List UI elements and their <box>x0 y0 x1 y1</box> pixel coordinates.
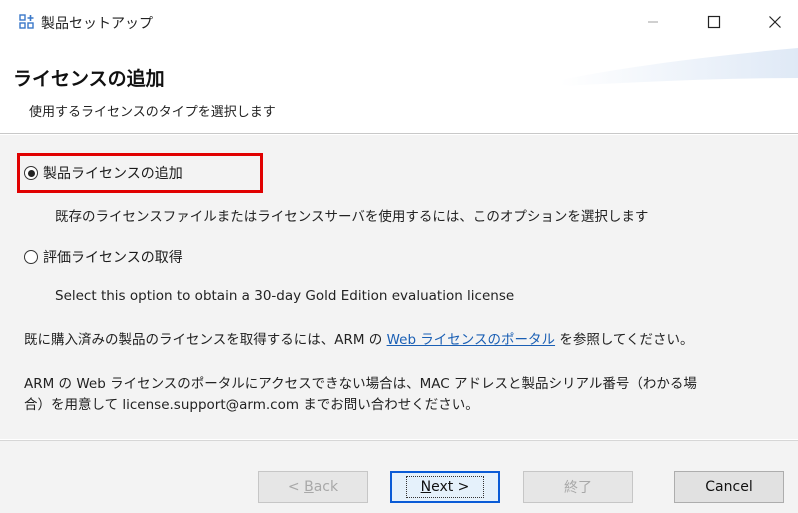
wizard-footer: < Back Next > 終了 Cancel <box>0 440 798 513</box>
button-label: ext > <box>431 479 470 495</box>
button-label: B <box>304 479 314 495</box>
minimize-button[interactable] <box>630 6 676 38</box>
cancel-button[interactable]: Cancel <box>674 471 784 503</box>
maximize-button[interactable] <box>691 6 737 38</box>
setup-window: 製品セットアップ ライセンスの追加 使用するライセンスのタイプを選択します 製品… <box>0 0 798 513</box>
back-button[interactable]: < Back <box>258 471 368 503</box>
page-subtitle: 使用するライセンスのタイプを選択します <box>29 105 276 120</box>
info-text: を参照してください。 <box>555 332 694 348</box>
focus-rectangle: Next > <box>405 476 485 498</box>
option-description: Select this option to obtain a 30-day Go… <box>55 288 515 304</box>
wizard-header: ライセンスの追加 使用するライセンスのタイプを選択します <box>0 44 798 134</box>
option-description: 既存のライセンスファイルまたはライセンスサーバを使用するには、このオプションを選… <box>55 209 649 225</box>
minimize-icon <box>648 21 658 23</box>
title-bar[interactable]: 製品セットアップ <box>0 0 798 44</box>
info-text: 既に購入済みの製品のライセンスを取得するには、ARM の <box>24 332 387 348</box>
radio-get-evaluation-license[interactable]: 評価ライセンスの取得 <box>24 247 183 267</box>
contact-info-line-2: 合）を用意して license.support@arm.com までお問い合わせ… <box>24 397 479 413</box>
window-title: 製品セットアップ <box>41 16 153 32</box>
contact-info-line-1: ARM の Web ライセンスのポータルにアクセスできない場合は、MAC アドレ… <box>24 376 697 392</box>
web-license-portal-link[interactable]: Web ライセンスのポータル <box>387 332 555 348</box>
radio-add-product-license[interactable]: 製品ライセンスの追加 <box>24 163 183 183</box>
button-label: < <box>287 479 300 495</box>
button-label: N <box>420 479 432 495</box>
page-title: ライセンスの追加 <box>13 68 165 90</box>
purchased-license-info: 既に購入済みの製品のライセンスを取得するには、ARM の Web ライセンスのポ… <box>24 328 694 348</box>
setup-grid-icon <box>19 14 35 30</box>
radio-label: 製品ライセンスの追加 <box>43 166 183 182</box>
maximize-icon <box>707 15 721 29</box>
button-label: ack <box>313 479 339 495</box>
header-banner-graphic <box>560 48 798 86</box>
radio-button-unchecked[interactable] <box>24 250 38 264</box>
wizard-content: 製品ライセンスの追加 既存のライセンスファイルまたはライセンスサーバを使用するに… <box>0 135 798 439</box>
radio-label: 評価ライセンスの取得 <box>43 250 183 266</box>
close-icon <box>769 16 781 28</box>
radio-button-checked[interactable] <box>24 166 38 180</box>
next-button[interactable]: Next > <box>390 471 500 503</box>
close-button[interactable] <box>752 6 798 38</box>
finish-button[interactable]: 終了 <box>523 471 633 503</box>
